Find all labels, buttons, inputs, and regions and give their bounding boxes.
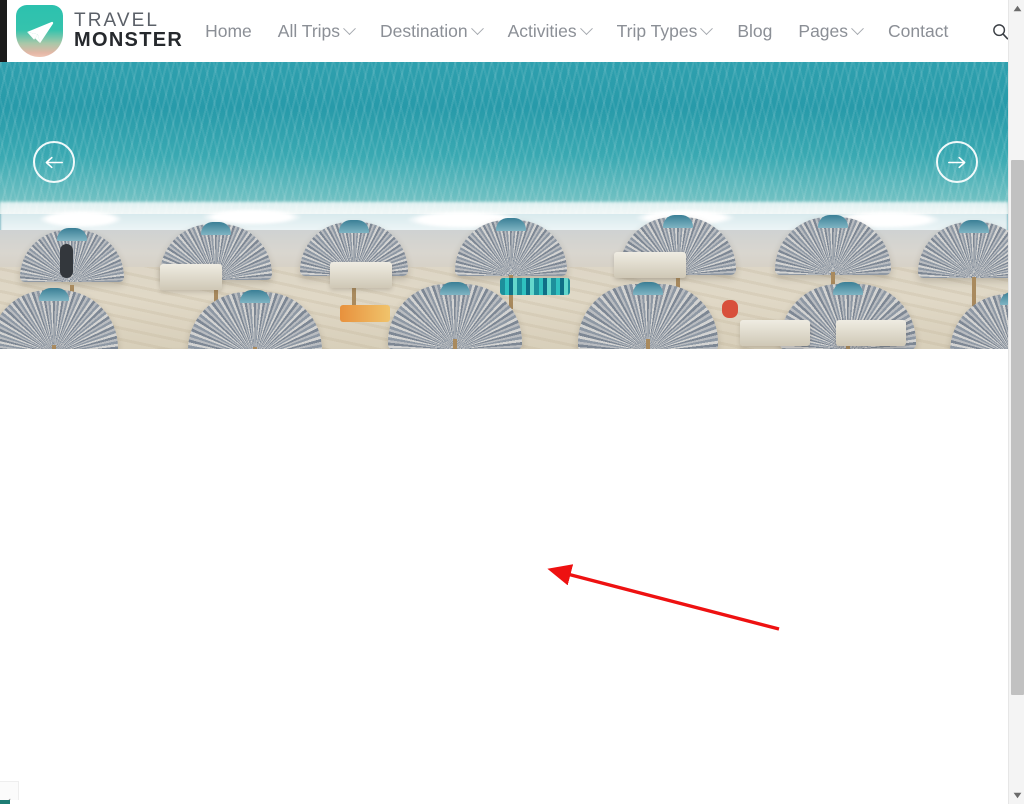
page-bottom-bar (0, 800, 1008, 804)
scrollbar-thumb[interactable] (1011, 160, 1024, 695)
hero-sea (0, 62, 1008, 214)
airplane-icon (16, 5, 63, 57)
chevron-down-icon (470, 21, 484, 35)
nav-label: Trip Types (616, 20, 698, 41)
nav-item-destination[interactable]: Destination (380, 20, 484, 42)
scroll-down-arrow[interactable] (1009, 787, 1024, 804)
nav-label: Activities (507, 20, 577, 41)
chevron-down-icon (579, 21, 593, 35)
chevron-down-icon (343, 21, 356, 35)
site-logo-text: TRAVEL MONSTER (74, 11, 183, 51)
logo-line-1: TRAVEL (74, 9, 160, 31)
nav-label: All Trips (277, 20, 341, 41)
browser-viewport: TRAVEL MONSTER Home All Trips Destinatio… (0, 0, 1024, 804)
nav-item-trip-types[interactable]: Trip Types (616, 20, 714, 42)
bottom-accent (0, 800, 10, 804)
logo-line-2: MONSTER (74, 29, 184, 52)
hero-prev-button[interactable] (33, 141, 75, 183)
nav-item-all-trips[interactable]: All Trips (277, 20, 356, 42)
hero-slider: Gallery Video (0, 62, 1008, 349)
editor-left-edge-strip (0, 0, 7, 62)
site-logo[interactable]: TRAVEL MONSTER (16, 5, 183, 57)
nav-label: Contact (888, 20, 949, 41)
chevron-down-icon (700, 21, 714, 35)
nav-item-pages[interactable]: Pages (798, 20, 864, 42)
elementor-edit-canvas: ‹ + Drag widget here Add Templat (0, 349, 1008, 804)
nav-label: Destination (380, 20, 468, 41)
nav-label: Pages (798, 20, 849, 41)
vertical-scrollbar[interactable] (1008, 0, 1024, 804)
nav-item-home[interactable]: Home (205, 21, 252, 42)
nav-item-contact[interactable]: Contact (888, 21, 948, 42)
site-header: TRAVEL MONSTER Home All Trips Destinatio… (7, 0, 1010, 62)
nav-item-activities[interactable]: Activities (507, 20, 593, 42)
nav-label: Blog (737, 20, 773, 41)
nav-item-blog[interactable]: Blog (737, 21, 772, 42)
hero-beach-photo (0, 62, 1008, 349)
scroll-up-arrow[interactable] (1009, 0, 1024, 17)
nav-label: Home (205, 20, 252, 41)
hero-next-button[interactable] (936, 141, 978, 183)
chevron-down-icon (851, 21, 864, 35)
main-navigation: Home All Trips Destination Activities Tr… (205, 21, 1010, 42)
